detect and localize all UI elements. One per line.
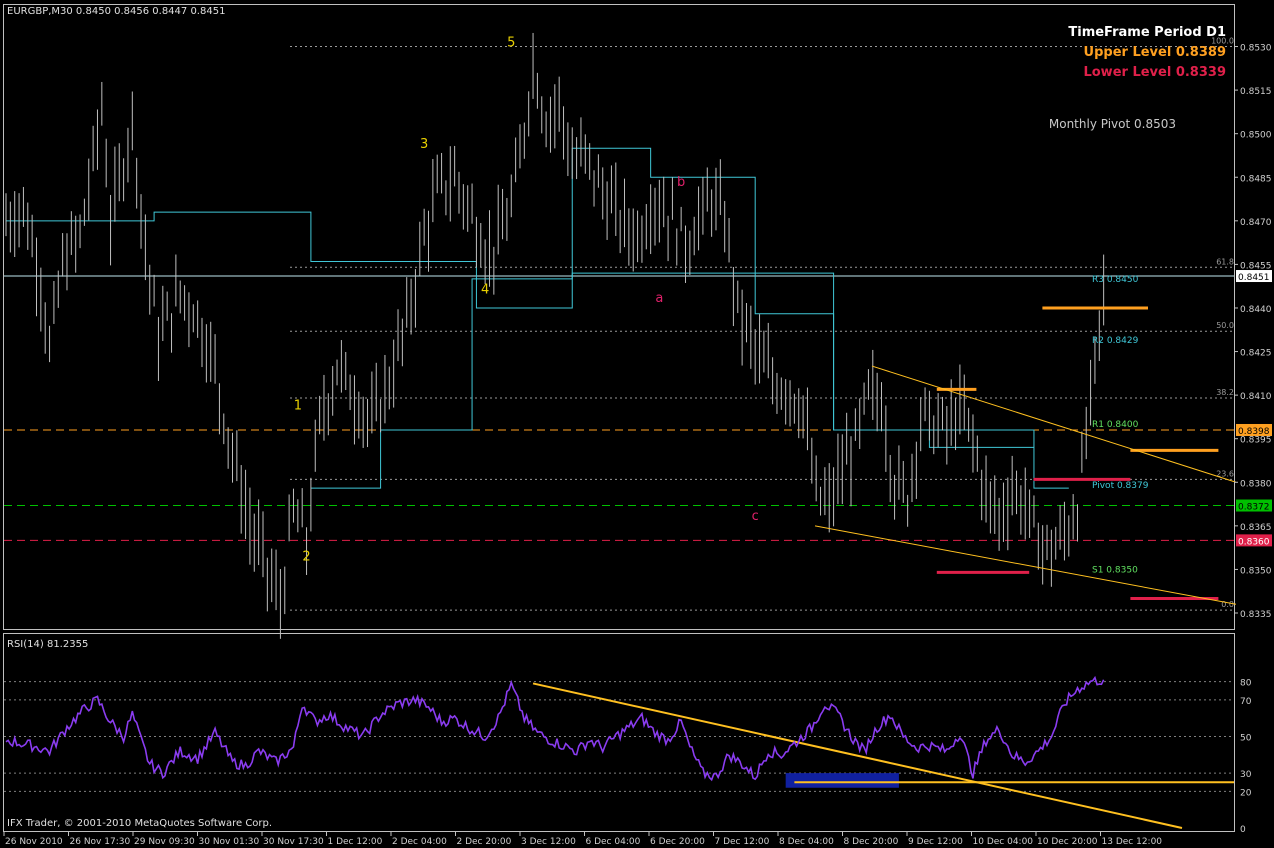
rsi-tick-label: 50 (1240, 734, 1252, 744)
time-tick-label: 6 Dec 20:00 (650, 837, 705, 847)
rsi-tick-label: 30 (1240, 770, 1252, 780)
rsi-tick-label: 0 (1240, 825, 1246, 835)
price-tick-label: 0.8395 (1240, 436, 1272, 446)
price-panel-frame (3, 4, 1235, 630)
price-tick-label: 0.8530 (1240, 44, 1272, 54)
time-tick-label: 6 Dec 04:00 (586, 837, 641, 847)
pivot-label: S1 0.8350 (1092, 565, 1138, 575)
time-tick-label: 30 Nov 01:30 (199, 837, 260, 847)
timeframe-label: TimeFrame Period D1 (1068, 25, 1226, 40)
rsi-tick-label: 80 (1240, 679, 1252, 689)
pivot-label: R2 0.8429 (1092, 336, 1139, 346)
monthly-pivot-label: Monthly Pivot 0.8503 (1049, 117, 1176, 131)
wave-label: c (752, 509, 759, 524)
wave-label: 2 (302, 550, 310, 565)
fib-label: 50.0 (1216, 321, 1234, 330)
chart-canvas[interactable]: 100.061.850.038.223.60.0R3 0.8450R2 0.84… (0, 0, 1274, 848)
rsi-zone-box (785, 773, 899, 788)
price-tick-label: 0.8425 (1240, 349, 1272, 359)
wedge-upper-line (871, 365, 1237, 483)
price-tick-label: 0.8440 (1240, 305, 1272, 315)
price-tick-label: 0.8410 (1240, 392, 1272, 402)
price-tick-label: 0.8335 (1240, 610, 1272, 620)
level-badge-label: 0.8372 (1238, 503, 1270, 513)
pivot-label: Pivot 0.8379 (1092, 481, 1149, 491)
level-badge-label: 0.8398 (1238, 427, 1270, 437)
wave-label: 4 (481, 282, 489, 297)
rsi-layer (4, 675, 1234, 829)
level-badge-label: 0.8451 (1238, 273, 1270, 283)
pivot-label: R3 0.8450 (1092, 275, 1139, 285)
time-tick-label: 1 Dec 12:00 (328, 837, 383, 847)
time-tick-label: 30 Nov 17:30 (263, 837, 324, 847)
time-tick-label: 7 Dec 12:00 (715, 837, 770, 847)
time-tick-label: 26 Nov 2010 (5, 837, 63, 847)
rsi-tick-label: 70 (1240, 697, 1252, 707)
time-tick-label: 10 Dec 20:00 (1037, 837, 1098, 847)
time-tick-label: 8 Dec 20:00 (844, 837, 899, 847)
fib-label: 38.2 (1216, 388, 1234, 397)
rsi-line (5, 675, 1105, 782)
rsi-downtrend-line (532, 682, 1183, 829)
wave-label: a (655, 291, 663, 306)
time-tick-label: 10 Dec 04:00 (973, 837, 1034, 847)
wave-label: 3 (420, 137, 428, 152)
time-tick-label: 2 Dec 20:00 (457, 837, 512, 847)
time-tick-label: 2 Dec 04:00 (392, 837, 447, 847)
copyright-label: IFX Trader, © 2001-2010 MetaQuotes Softw… (7, 818, 272, 829)
time-tick-label: 26 Nov 17:30 (70, 837, 131, 847)
daily-range-line (310, 272, 1034, 489)
time-tick-label: 13 Dec 12:00 (1102, 837, 1163, 847)
price-tick-label: 0.8500 (1240, 131, 1272, 141)
wave-label: b (677, 175, 685, 190)
wave-label: 1 (294, 399, 302, 414)
daily-range-line (6, 147, 1069, 489)
symbol-header: EURGBP,M30 0.8450 0.8456 0.8447 0.8451 (7, 6, 225, 17)
price-tick-label: 0.8470 (1240, 218, 1272, 228)
pivot-label: R1 0.8400 (1092, 420, 1139, 430)
price-tick-label: 0.8455 (1240, 261, 1272, 271)
price-tick-label: 0.8380 (1240, 479, 1272, 489)
rsi-header: RSI(14) 81.2355 (7, 639, 88, 650)
rsi-tick-label: 20 (1240, 788, 1252, 798)
price-tick-label: 0.8365 (1240, 523, 1272, 533)
time-tick-label: 29 Nov 09:30 (134, 837, 195, 847)
time-tick-label: 8 Dec 04:00 (779, 837, 834, 847)
lower-level-label: Lower Level 0.8339 (1083, 65, 1226, 80)
time-tick-label: 9 Dec 12:00 (908, 837, 963, 847)
price-tick-label: 0.8485 (1240, 174, 1272, 184)
fib-label: 61.8 (1216, 257, 1234, 266)
time-tick-label: 3 Dec 12:00 (521, 837, 576, 847)
level-badge-label: 0.8360 (1238, 537, 1270, 547)
price-tick-label: 0.8515 (1240, 87, 1272, 97)
upper-level-label: Upper Level 0.8389 (1084, 45, 1226, 60)
wave-label: 5 (507, 36, 515, 51)
price-tick-label: 0.8350 (1240, 566, 1272, 576)
